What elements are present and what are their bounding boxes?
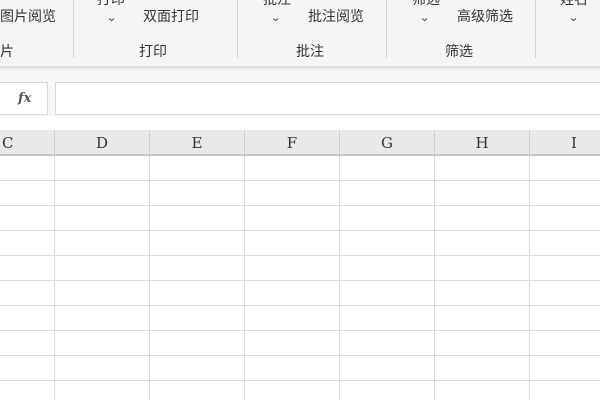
column-header-c[interactable]: C [0,130,55,154]
filter-button[interactable]: 筛选 [412,0,440,8]
column-header-row: C D E F G H I [0,130,600,156]
comment-group-label: 批注 [296,44,324,60]
formula-bar: fx [0,82,600,116]
fx-icon: fx [18,91,32,106]
name-button[interactable]: 姓名 [560,0,588,8]
ribbon-separator [386,0,387,58]
formula-input[interactable] [55,82,600,115]
cell-grid[interactable] [0,156,600,400]
insert-function-button[interactable]: fx [0,82,48,115]
ribbon-gap [0,71,600,82]
chevron-down-icon[interactable]: ⌄ [419,12,430,23]
ribbon: 图片阅览 片 打印 ⌄ 双面打印 打印 批注 ⌄ 批注阅览 批注 筛选 ⌄ 高级… [0,0,600,66]
advanced-filter-button[interactable]: 高级筛选 [457,9,513,25]
chevron-down-icon[interactable]: ⌄ [270,12,281,23]
column-header-g[interactable]: G [340,130,435,154]
ribbon-separator [535,0,536,58]
formula-bar-gap [0,116,600,130]
column-header-h[interactable]: H [435,130,530,154]
print-button[interactable]: 打印 [97,0,125,8]
chevron-down-icon[interactable]: ⌄ [568,12,579,23]
ribbon-separator [237,0,238,58]
column-header-f[interactable]: F [245,130,340,154]
column-header-e[interactable]: E [150,130,245,154]
column-header-i[interactable]: I [530,130,600,154]
picture-group-label: 片 [0,44,14,60]
column-header-d[interactable]: D [55,130,150,154]
filter-group-label: 筛选 [445,44,473,60]
chevron-down-icon[interactable]: ⌄ [106,12,117,23]
duplex-print-button[interactable]: 双面打印 [143,9,199,25]
comment-button[interactable]: 批注 [263,0,291,8]
print-group-label: 打印 [139,44,167,60]
comment-review-button[interactable]: 批注阅览 [308,9,364,25]
picture-preview-button[interactable]: 图片阅览 [0,9,56,25]
ribbon-separator [73,0,74,58]
